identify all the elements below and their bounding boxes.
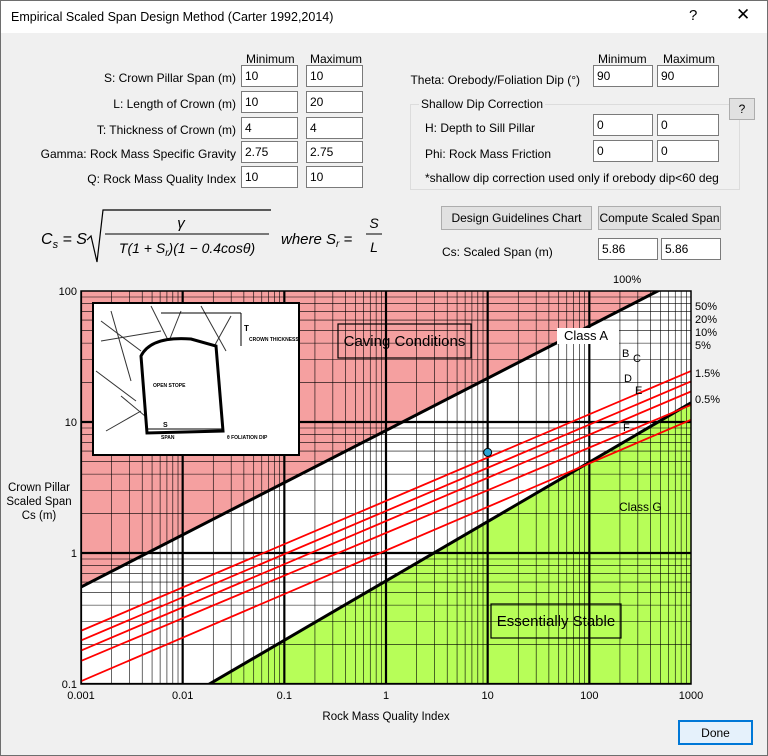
- x-tick-label: 100: [580, 690, 598, 702]
- span-min-input[interactable]: [241, 65, 298, 87]
- depth-label: H: Depth to Sill Pillar: [425, 121, 536, 135]
- percent-label: 5%: [695, 340, 711, 352]
- length-label: L: Length of Crown (m): [113, 97, 236, 111]
- percent-label: 50%: [695, 301, 717, 313]
- y-tick-label: 10: [65, 417, 77, 429]
- length-min-input[interactable]: [241, 91, 298, 113]
- svg-text:γ: γ: [177, 215, 186, 232]
- shallow-dip-title: Shallow Dip Correction: [419, 97, 546, 111]
- quality-max-input[interactable]: [306, 166, 363, 188]
- theta-header-min: Minimum: [598, 52, 647, 66]
- help-icon[interactable]: ?: [689, 7, 697, 24]
- depth-min-input[interactable]: [593, 114, 653, 136]
- x-tick-label: 10: [482, 690, 494, 702]
- percent-label: 10%: [695, 327, 717, 339]
- inset-label: SPAN: [161, 435, 175, 441]
- gravity-max-input[interactable]: [306, 141, 363, 163]
- friction-max-input[interactable]: [657, 140, 719, 162]
- quality-label: Q: Rock Mass Quality Index: [87, 172, 236, 186]
- friction-label: Phi: Rock Mass Friction: [425, 147, 552, 161]
- theta-header-max: Maximum: [663, 52, 716, 66]
- inset-label: OPEN STOPE: [153, 383, 186, 389]
- class-label: C: [633, 353, 641, 365]
- close-icon[interactable]: ✕: [736, 5, 750, 25]
- title-bar: Empirical Scaled Span Design Method (Car…: [1, 1, 767, 33]
- computed-point: [483, 447, 493, 457]
- inputs-header-max: Maximum: [310, 52, 363, 66]
- scaled-span-label: Cs: Scaled Span (m): [442, 245, 553, 259]
- inputs-header-min: Minimum: [246, 52, 295, 66]
- percent-label: 20%: [695, 314, 717, 326]
- svg-text:where Sr =: where Sr =: [281, 231, 353, 250]
- span-max-input[interactable]: [306, 65, 363, 87]
- theta-min-input[interactable]: [593, 65, 653, 87]
- percent-label: 0.5%: [695, 394, 720, 406]
- y-axis-label: Scaled Span: [6, 496, 71, 508]
- percent-label: 100%: [613, 274, 641, 286]
- scaled-span-max-output[interactable]: [661, 238, 721, 260]
- thickness-max-input[interactable]: [306, 117, 363, 139]
- class-label: Class A: [564, 328, 608, 343]
- inset-label: θ FOLIATION DIP: [227, 435, 268, 441]
- stope-inset-sketch: TCROWN THICKNESS OPEN STOPE S SPAN θ FOLIATI…: [92, 302, 300, 456]
- svg-text:S: S: [369, 215, 379, 231]
- class-label: E: [635, 385, 642, 397]
- thickness-label: T: Thickness of Crown (m): [96, 123, 236, 137]
- svg-text:L: L: [370, 239, 378, 255]
- window-title: Empirical Scaled Span Design Method (Car…: [11, 10, 334, 24]
- y-tick-label: 1: [71, 548, 77, 560]
- theta-label: Theta: Orebody/Foliation Dip (°): [410, 73, 580, 87]
- class-label: D: [624, 373, 632, 385]
- scaled-span-min-output[interactable]: [598, 238, 658, 260]
- y-axis-label: Cs (m): [22, 510, 57, 522]
- friction-min-input[interactable]: [593, 140, 653, 162]
- x-axis-label: Rock Mass Quality Index: [322, 711, 449, 723]
- span-label: S: Crown Pillar Span (m): [103, 71, 236, 85]
- shallow-note: *shallow dip correction used only if ore…: [425, 171, 719, 185]
- y-axis-label: Crown Pillar: [8, 482, 70, 494]
- y-tick-label: 100: [59, 286, 77, 298]
- x-tick-label: 0.1: [277, 690, 292, 702]
- inset-label: S: [163, 422, 168, 429]
- compute-scaled-span-button[interactable]: Compute Scaled Span: [598, 206, 721, 230]
- dialog-window: Empirical Scaled Span Design Method (Car…: [0, 0, 768, 756]
- x-tick-label: 0.01: [172, 690, 193, 702]
- theta-max-input[interactable]: [657, 65, 719, 87]
- svg-text:T(1 + Sr)(1 − 0.4cosθ): T(1 + Sr)(1 − 0.4cosθ): [119, 240, 255, 259]
- y-tick-label: 0.1: [62, 679, 77, 691]
- inset-label: T: [244, 324, 249, 333]
- percent-label: 1.5%: [695, 368, 720, 380]
- x-tick-label: 1000: [679, 690, 703, 702]
- design-guidelines-chart: TCROWN THICKNESS OPEN STOPE S SPAN θ FOLIATI…: [6, 274, 720, 723]
- x-tick-label: 1: [383, 690, 389, 702]
- class-label: B: [622, 348, 629, 360]
- class-label: F: [623, 422, 630, 434]
- gravity-min-input[interactable]: [241, 141, 298, 163]
- svg-text:Cs = S: Cs = S: [41, 231, 87, 251]
- length-max-input[interactable]: [306, 91, 363, 113]
- done-button[interactable]: Done: [678, 720, 753, 745]
- essentially-stable-label-text: Essentially Stable: [497, 613, 615, 630]
- gravity-label: Gamma: Rock Mass Specific Gravity: [40, 147, 236, 161]
- quality-min-input[interactable]: [241, 166, 298, 188]
- caving-conditions-label-text: Caving Conditions: [344, 333, 466, 350]
- design-guidelines-button[interactable]: Design Guidelines Chart: [441, 206, 592, 230]
- depth-max-input[interactable]: [657, 114, 719, 136]
- x-tick-label: 0.001: [67, 690, 95, 702]
- scaled-span-formula: Cs = S γ T(1 + Sr)(1 − 0.4cosθ) where Sr…: [41, 206, 401, 274]
- shallow-help-button[interactable]: ?: [729, 98, 755, 120]
- thickness-min-input[interactable]: [241, 117, 298, 139]
- inset-label: CROWN THICKNESS: [249, 337, 299, 343]
- class-label: Class G: [619, 500, 662, 514]
